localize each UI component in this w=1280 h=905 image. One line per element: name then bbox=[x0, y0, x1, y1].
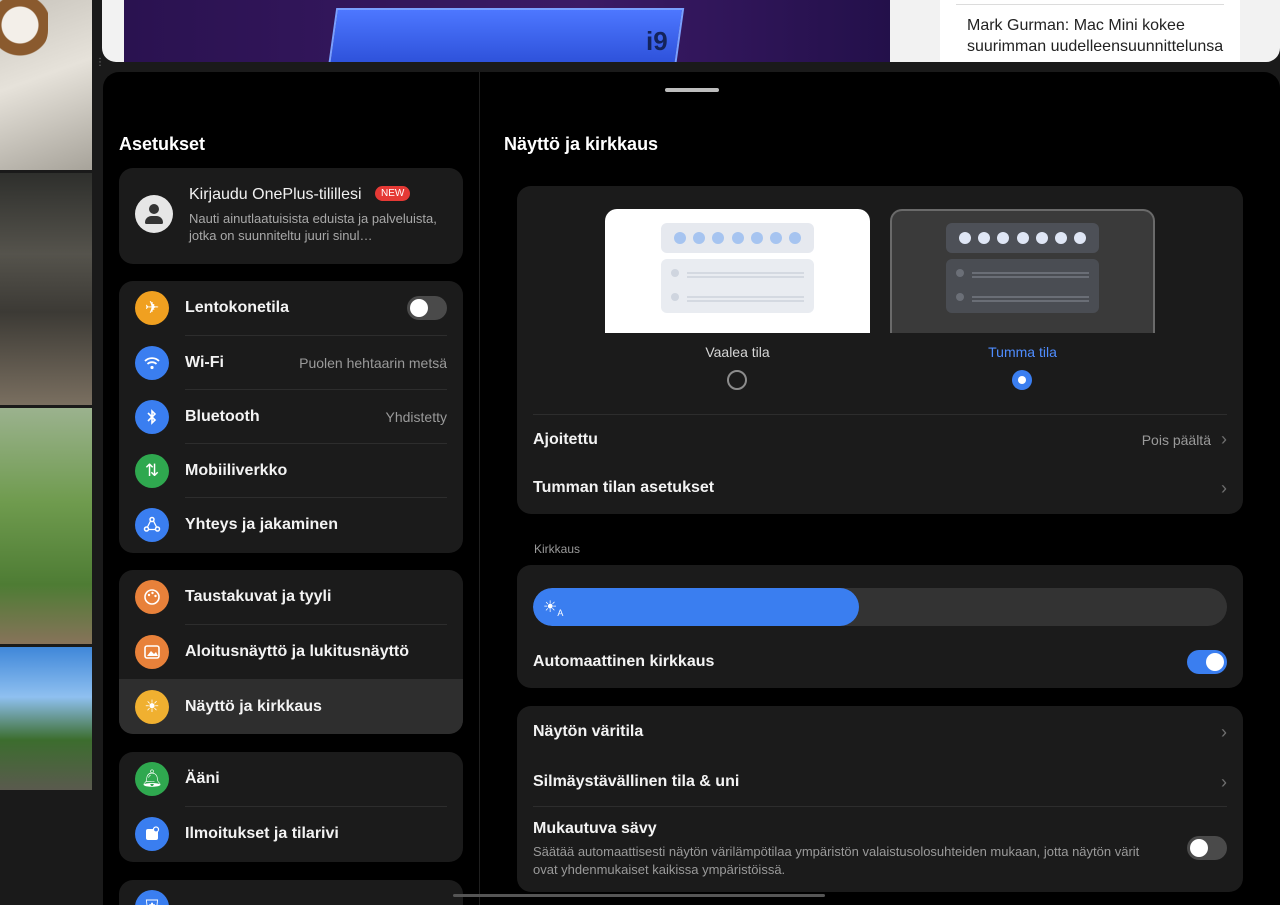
sidebar-item-display-brightness[interactable]: ☀ Näyttö ja kirkkaus bbox=[119, 679, 463, 734]
bluetooth-status: Yhdistetty bbox=[385, 408, 447, 425]
notification-icon bbox=[135, 817, 169, 851]
sound-notifications-card: 🔔︎ Ääni Ilmoitukset ja tilarivi bbox=[119, 752, 463, 862]
dark-mode-preview[interactable] bbox=[890, 209, 1155, 333]
auto-brightness-toggle[interactable] bbox=[1187, 650, 1227, 674]
wifi-icon bbox=[135, 345, 169, 380]
sidebar-item-wifi[interactable]: Wi-Fi Puolen hehtaarin metsä bbox=[119, 336, 463, 389]
brightness-section-label: Kirkkaus bbox=[534, 542, 581, 556]
photo-house[interactable] bbox=[0, 647, 92, 790]
airplane-icon: ✈ bbox=[135, 291, 169, 325]
sidebar-item-airplane[interactable]: ✈ Lentokonetila bbox=[119, 281, 463, 335]
light-mode-label: Vaalea tila bbox=[705, 344, 770, 360]
eye-comfort-label: Silmäystävällinen tila & uni bbox=[533, 773, 740, 790]
color-mode-label: Näytön väritila bbox=[533, 723, 644, 740]
sidebar-item-mobile-network[interactable]: ⇅ Mobiiliverkko bbox=[119, 444, 463, 497]
pane-divider bbox=[479, 72, 480, 905]
sidebar-item-connection-sharing[interactable]: Yhteys ja jakaminen bbox=[119, 498, 463, 552]
shield-icon: ⛨ bbox=[135, 890, 169, 905]
scheduled-label: Ajoitettu bbox=[533, 430, 598, 448]
bluetooth-icon bbox=[135, 399, 169, 434]
palette-icon bbox=[135, 580, 169, 614]
split-handle-icon[interactable]: ⋮ bbox=[95, 58, 105, 68]
chevron-right-icon: › bbox=[1221, 429, 1227, 449]
next-settings-card: ⛨ bbox=[119, 880, 463, 905]
sidebar-item-label: Wi-Fi bbox=[185, 353, 224, 371]
light-mode-radio[interactable] bbox=[727, 370, 747, 390]
dark-mode-settings-row[interactable]: Tumman tilan asetukset › bbox=[517, 464, 1243, 512]
dog-image bbox=[0, 0, 48, 60]
chevron-right-icon: › bbox=[1221, 721, 1227, 742]
airplane-toggle[interactable] bbox=[407, 296, 447, 320]
account-title: Kirjaudu OnePlus-tilillesi bbox=[189, 186, 362, 203]
account-card[interactable]: Kirjaudu OnePlus-tilillesi NEW Nauti ain… bbox=[119, 168, 463, 264]
connections-card: ✈ Lentokonetila Wi-Fi Puolen hehtaarin m… bbox=[119, 281, 463, 553]
sidebar-item-label: Ääni bbox=[185, 770, 220, 787]
dark-mode-radio[interactable] bbox=[1012, 370, 1032, 390]
adaptive-tone-toggle[interactable] bbox=[1187, 836, 1227, 860]
dark-mode-label: Tumma tila bbox=[988, 344, 1057, 360]
sidebar-item-label: Näyttö ja kirkkaus bbox=[185, 697, 322, 715]
product-box-image bbox=[327, 8, 685, 62]
color-mode-row[interactable]: Näytön väritila › bbox=[517, 706, 1243, 758]
bell-icon: 🔔︎ bbox=[135, 762, 169, 796]
sidebar-item-label: Aloitusnäyttö ja lukitusnäyttö bbox=[185, 643, 410, 660]
sidebar-item-label: Taustakuvat ja tyyli bbox=[185, 588, 332, 605]
adaptive-tone-description: Säätää automaattisesti näytön värilämpöt… bbox=[533, 844, 1140, 877]
light-mode-preview[interactable] bbox=[605, 209, 870, 333]
auto-brightness-icon: ☀A bbox=[543, 599, 564, 619]
scheduled-row[interactable]: Ajoitettu Pois päältä › bbox=[517, 415, 1243, 464]
auto-brightness-label: Automaattinen kirkkaus bbox=[533, 653, 715, 670]
sidebar-item-sound[interactable]: 🔔︎ Ääni bbox=[119, 752, 463, 806]
display-options-card: Näytön väritila › Silmäystävällinen tila… bbox=[517, 706, 1243, 892]
photo-dog[interactable] bbox=[0, 0, 92, 170]
news-app-window: i9 Mark Gurman: Mac Mini kokee suurimman… bbox=[102, 0, 1280, 62]
eye-comfort-row[interactable]: Silmäystävällinen tila & uni › bbox=[517, 758, 1243, 806]
share-icon bbox=[135, 508, 169, 542]
settings-title: Asetukset bbox=[119, 134, 206, 154]
sun-icon: ☀ bbox=[135, 689, 169, 724]
sidebar-item-bluetooth[interactable]: Bluetooth Yhdistetty bbox=[119, 390, 463, 443]
dark-mode-settings-label: Tumman tilan asetukset bbox=[533, 479, 715, 496]
wifi-network-name: Puolen hehtaarin metsä bbox=[299, 354, 447, 371]
image-icon bbox=[135, 635, 169, 669]
mobile-data-icon: ⇅ bbox=[135, 453, 169, 488]
sidebar-item-label: Lentokonetila bbox=[185, 299, 290, 316]
brightness-slider-fill bbox=[533, 588, 860, 626]
home-indicator[interactable] bbox=[453, 894, 825, 897]
settings-window: ••• Asetukset Näyttö ja kirkkaus Kirjaud… bbox=[103, 72, 1280, 905]
sidebar-item-notifications[interactable]: Ilmoitukset ja tilarivi bbox=[119, 807, 463, 861]
photo-living-room[interactable] bbox=[0, 173, 92, 405]
sidebar-item-label: Mobiiliverkko bbox=[185, 461, 288, 479]
article-hero-image[interactable]: i9 bbox=[124, 0, 890, 62]
auto-brightness-row[interactable]: Automaattinen kirkkaus bbox=[517, 637, 1243, 687]
scheduled-value: Pois päältä bbox=[1141, 431, 1211, 448]
divider bbox=[956, 4, 1224, 5]
personalization-card: Taustakuvat ja tyyli Aloitusnäyttö ja lu… bbox=[119, 570, 463, 734]
chevron-right-icon: › bbox=[1221, 771, 1227, 792]
theme-card: Vaalea tila Tumma tila Ajoitettu Pois pä… bbox=[517, 186, 1243, 514]
sidebar-item-label: Bluetooth bbox=[185, 407, 260, 425]
news-side-panel: Mark Gurman: Mac Mini kokee suurimman uu… bbox=[940, 0, 1240, 62]
page-title: Näyttö ja kirkkaus bbox=[504, 134, 659, 154]
sidebar-item-home-lock-screen[interactable]: Aloitusnäyttö ja lukitusnäyttö bbox=[119, 625, 463, 679]
photo-garden[interactable] bbox=[0, 408, 92, 644]
background-photo-gallery bbox=[0, 0, 92, 790]
avatar-icon bbox=[135, 195, 173, 233]
sidebar-item-label: Yhteys ja jakaminen bbox=[185, 516, 338, 533]
window-grab-handle[interactable] bbox=[665, 88, 719, 92]
new-badge: NEW bbox=[375, 186, 411, 201]
sidebar-item-wallpapers[interactable]: Taustakuvat ja tyyli bbox=[119, 570, 463, 624]
account-subtitle: Nauti ainutlaatuisista eduista ja palvel… bbox=[189, 211, 437, 243]
hero-label: i9 bbox=[646, 26, 668, 56]
adaptive-tone-label: Mukautuva sävy bbox=[533, 820, 657, 837]
brightness-card: ☀A Automaattinen kirkkaus bbox=[517, 565, 1243, 688]
screen: ⋮ i9 Mark Gurman: Mac Mini kokee suurimm… bbox=[0, 0, 1280, 905]
sidebar-item-label: Ilmoitukset ja tilarivi bbox=[185, 825, 339, 842]
chevron-right-icon: › bbox=[1221, 477, 1227, 498]
news-headline-link[interactable]: Mark Gurman: Mac Mini kokee suurimman uu… bbox=[967, 15, 1237, 57]
brightness-slider[interactable]: ☀A bbox=[533, 588, 1227, 626]
